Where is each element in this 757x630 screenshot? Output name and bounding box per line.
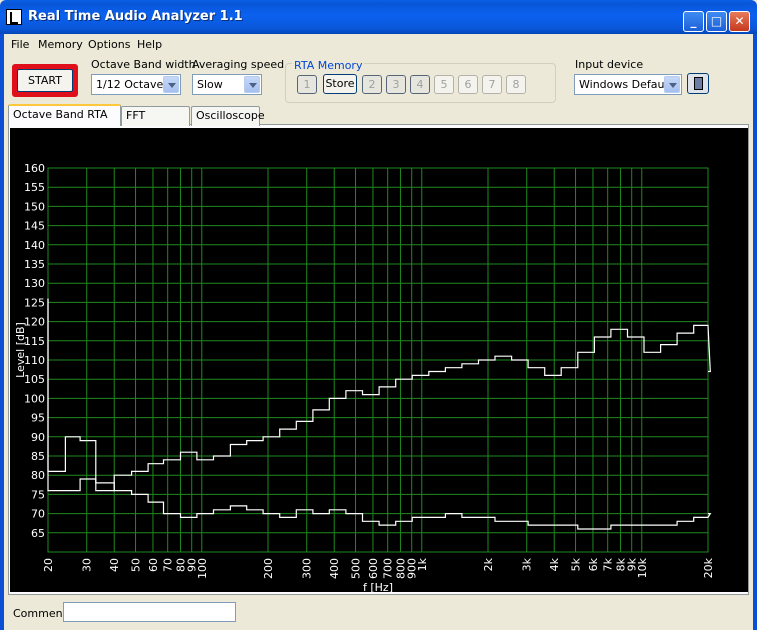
memory-slot-3[interactable]: 3 — [386, 75, 406, 94]
x-tick-label: 1k — [416, 557, 429, 571]
comment-label: Comment — [13, 607, 67, 620]
x-tick-label: 20 — [42, 558, 55, 572]
x-tick-label: 70 — [162, 558, 175, 572]
x-tick-label: 4k — [548, 557, 561, 571]
y-tick-label: 80 — [31, 469, 45, 482]
menu-options[interactable]: Options — [88, 38, 130, 51]
averaging-speed-value: Slow — [197, 78, 223, 91]
x-tick-label: 10k — [636, 557, 649, 578]
rta-memory-label: RTA Memory — [292, 59, 365, 72]
averaging-speed-select[interactable]: Slow — [192, 74, 262, 95]
close-icon[interactable]: ✕ — [729, 11, 750, 32]
averaging-speed-label: Averaging speed — [192, 58, 285, 71]
x-tick-label: 60 — [147, 558, 160, 572]
chevron-down-icon[interactable] — [664, 76, 680, 93]
x-tick-label: 100 — [196, 558, 209, 579]
maximize-icon[interactable]: □ — [706, 11, 727, 32]
menu-file[interactable]: File — [11, 38, 29, 51]
chevron-down-icon[interactable] — [163, 76, 179, 93]
y-tick-label: 120 — [24, 316, 45, 329]
memory-slot-8[interactable]: 8 — [506, 75, 526, 94]
x-tick-label: 2k — [482, 557, 495, 571]
y-tick-label: 130 — [24, 277, 45, 290]
memory-slot-6[interactable]: 6 — [458, 75, 478, 94]
y-tick-label: 140 — [24, 239, 45, 252]
start-button[interactable]: START — [17, 69, 73, 92]
x-tick-label: 5k — [570, 557, 583, 571]
y-tick-label: 125 — [24, 296, 45, 309]
menu-bar: File Memory Options Help — [4, 35, 753, 54]
x-tick-label: 300 — [301, 558, 314, 579]
y-tick-label: 145 — [24, 220, 45, 233]
x-tick-label: 600 — [367, 558, 380, 579]
y-tick-label: 75 — [31, 488, 45, 501]
x-tick-label: 700 — [382, 558, 395, 579]
x-tick-labels: 20 30 40 50 60 70 8090100 200 300 400 500 600 700 800… — [42, 557, 715, 579]
title-bar: Real Time Audio Analyzer 1.1 _ □ ✕ — [0, 0, 757, 34]
octave-band-label: Octave Band width — [91, 58, 196, 71]
x-tick-label: 400 — [328, 558, 341, 579]
x-tick-label: 20k — [702, 557, 715, 578]
y-tick-label: 150 — [24, 200, 45, 213]
device-settings-icon[interactable] — [687, 73, 709, 94]
chevron-down-icon[interactable] — [244, 76, 260, 93]
x-tick-label: 200 — [262, 558, 275, 579]
memory-slot-4[interactable]: 4 — [410, 75, 430, 94]
y-tick-label: 70 — [31, 508, 45, 521]
y-tick-label: 160 — [24, 162, 45, 175]
y-tick-label: 155 — [24, 181, 45, 194]
octave-band-value: 1/12 Octave — [96, 78, 164, 91]
y-tick-label: 85 — [31, 450, 45, 463]
window-frame-left — [0, 34, 4, 630]
tab-fft-analysis[interactable]: FFT Analysis — [121, 106, 190, 140]
tab-octave-band-rta[interactable]: Octave Band RTA — [8, 104, 121, 126]
x-tick-label: 3k — [521, 557, 534, 571]
y-tick-label: 115 — [24, 335, 45, 348]
series-line-1 — [47, 298, 711, 492]
x-tick-label: 30 — [81, 558, 94, 572]
memory-slot-2[interactable]: 2 — [362, 75, 382, 94]
input-device-label: Input device — [575, 58, 644, 71]
x-axis-label: f [Hz] — [363, 581, 393, 592]
y-tick-label: 90 — [31, 431, 45, 444]
store-button[interactable]: Store — [323, 74, 357, 94]
y-tick-label: 110 — [24, 354, 45, 367]
comment-input[interactable] — [63, 602, 236, 622]
y-axis-label: Level [dB] — [14, 322, 27, 378]
octave-band-select[interactable]: 1/12 Octave — [91, 74, 181, 95]
x-tick-label: 40 — [108, 558, 121, 572]
menu-memory[interactable]: Memory — [38, 38, 83, 51]
y-tick-labels: 65 70 75 80 85 90 95 100 105 110 115 120 125 130 135 14… — [24, 162, 45, 540]
rta-plot-area: 65 70 75 80 85 90 95 100 105 110 115 120 125 130 135 14… — [10, 128, 748, 592]
memory-slot-7[interactable]: 7 — [482, 75, 502, 94]
y-tick-label: 65 — [31, 527, 45, 540]
window-frame-right — [753, 34, 757, 630]
memory-slot-1[interactable]: 1 — [297, 75, 317, 94]
input-device-value: Windows Default — [579, 78, 672, 91]
input-device-select[interactable]: Windows Default — [574, 74, 682, 95]
y-tick-label: 100 — [24, 392, 45, 405]
y-tick-label: 135 — [24, 258, 45, 271]
memory-slot-5[interactable]: 5 — [434, 75, 454, 94]
x-tick-label: 500 — [350, 558, 363, 579]
menu-help[interactable]: Help — [137, 38, 162, 51]
x-tick-label: 7k — [602, 557, 615, 571]
x-tick-label: 6k — [587, 557, 600, 571]
x-tick-label: 50 — [130, 558, 143, 572]
app-icon — [6, 9, 22, 25]
rta-chart: 65 70 75 80 85 90 95 100 105 110 115 120 125 130 135 14… — [14, 162, 715, 592]
start-button-frame: START — [12, 64, 78, 97]
y-tick-label: 95 — [31, 412, 45, 425]
minimize-icon[interactable]: _ — [683, 11, 704, 32]
window-title: Real Time Audio Analyzer 1.1 — [28, 9, 243, 24]
y-tick-label: 105 — [24, 373, 45, 386]
tab-oscilloscope[interactable]: Oscilloscope — [191, 106, 265, 126]
